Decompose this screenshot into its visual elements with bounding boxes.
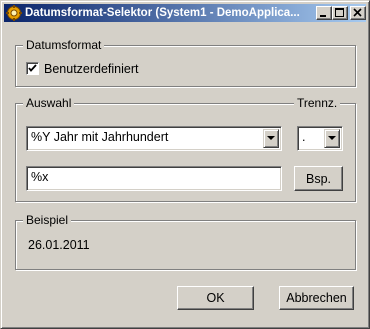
cancel-button[interactable]: Abbrechen: [279, 286, 354, 310]
maximize-button[interactable]: [332, 6, 348, 20]
chevron-down-icon: [328, 136, 336, 140]
title-bar[interactable]: Datumsformat-Selektor (System1 - DemoApp…: [4, 4, 366, 22]
separator-select-value: .: [302, 130, 306, 144]
dialog-window: Datumsformat-Selektor (System1 - DemoApp…: [0, 0, 370, 329]
format-select-dropdown-button[interactable]: [263, 129, 279, 148]
custom-format-label: Benutzerdefiniert: [44, 62, 139, 76]
close-button[interactable]: [350, 6, 366, 20]
maximize-icon: [335, 8, 344, 17]
separator-select[interactable]: .: [297, 126, 343, 151]
separator-select-dropdown-button[interactable]: [324, 129, 340, 148]
format-select[interactable]: %Y Jahr mit Jahrhundert: [26, 126, 282, 151]
minimize-icon: [320, 15, 326, 17]
example-output: 26.01.2011: [28, 238, 90, 252]
close-icon: [353, 8, 362, 17]
minimize-button[interactable]: [316, 6, 332, 20]
app-gear-icon: [6, 5, 22, 21]
chevron-down-icon: [267, 136, 275, 140]
window-title: Datumsformat-Selektor (System1 - DemoApp…: [25, 7, 300, 19]
datumsformat-group-label: Datumsformat: [23, 38, 105, 52]
checkmark-icon: [28, 64, 37, 72]
ok-button[interactable]: OK: [177, 286, 254, 310]
format-string-input[interactable]: %x: [26, 166, 282, 191]
trennz-label: Trennz.: [294, 96, 341, 110]
example-button[interactable]: Bsp.: [294, 166, 343, 191]
format-select-value: %Y Jahr mit Jahrhundert: [31, 130, 169, 144]
auswahl-group-label: Auswahl: [23, 96, 75, 110]
format-string-value: %x: [31, 170, 49, 184]
custom-format-checkbox[interactable]: [26, 62, 39, 75]
beispiel-group-label: Beispiel: [23, 213, 72, 227]
